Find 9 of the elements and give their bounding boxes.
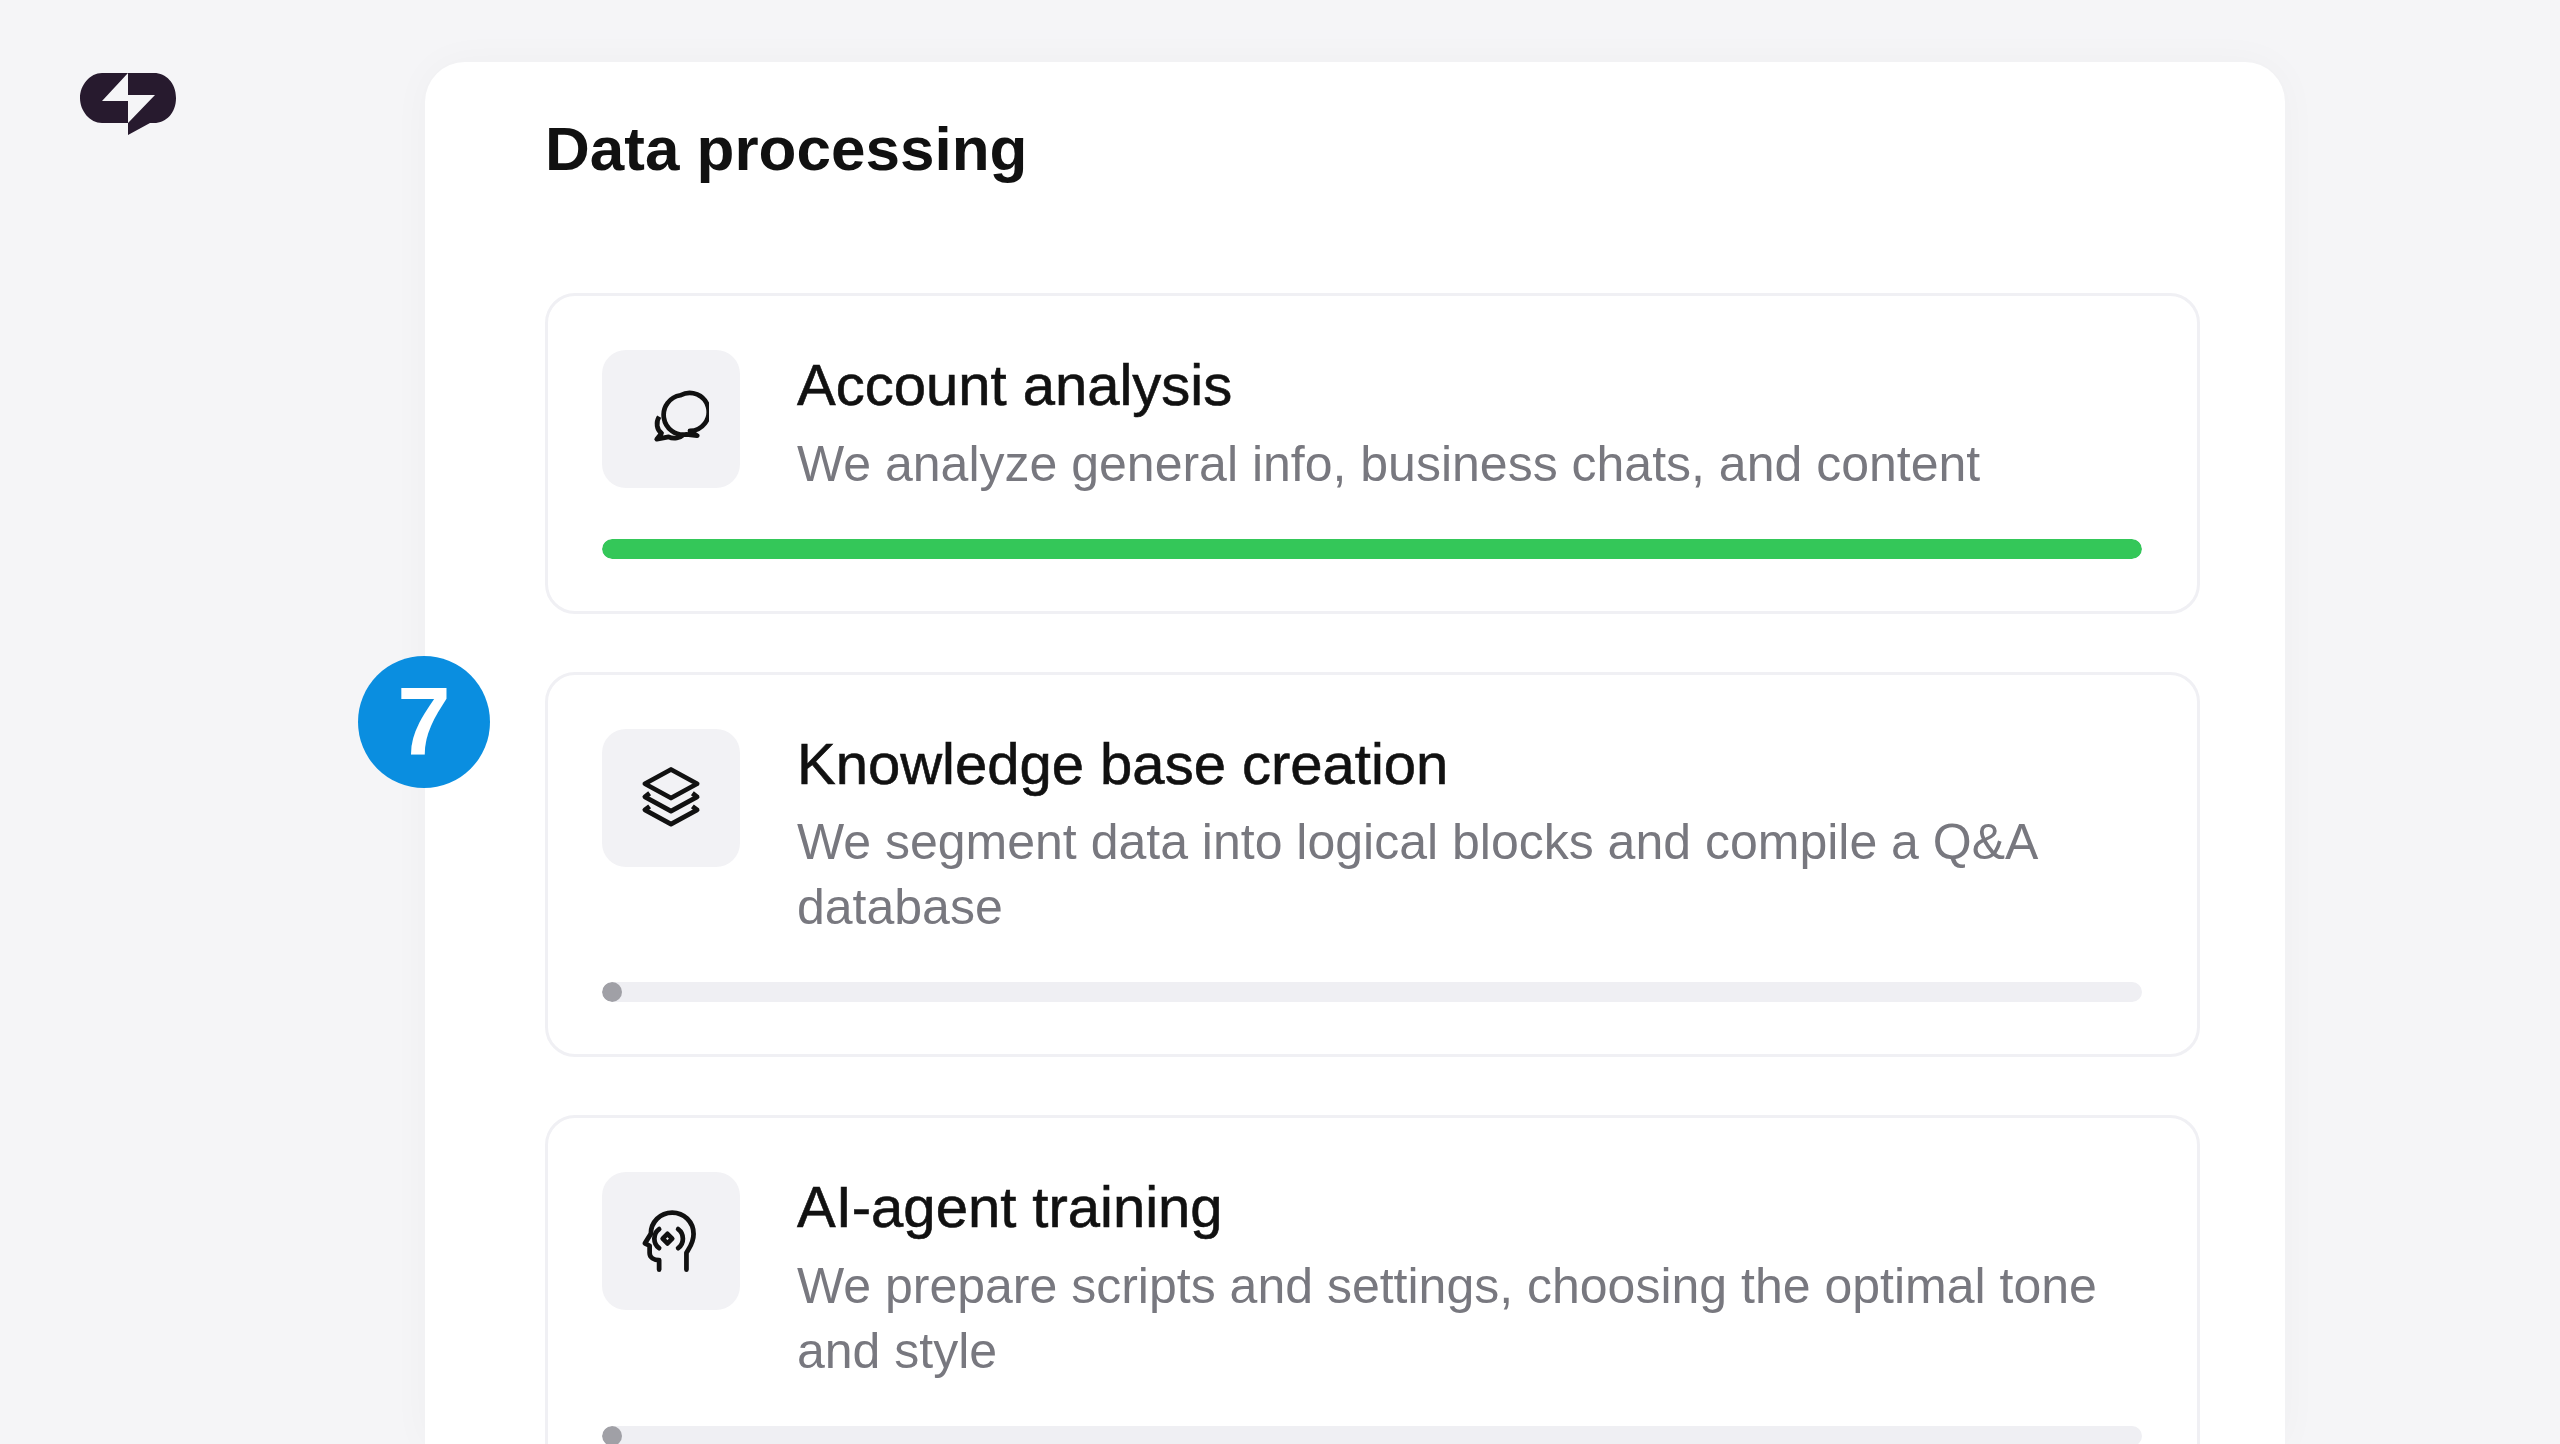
step-title: Knowledge base creation xyxy=(797,729,1450,798)
step-description: We prepare scripts and settings, choosing the optimal tone and style xyxy=(797,1256,2098,1381)
step-description: We segment data into logical blocks and compile a Q&A database xyxy=(797,813,2038,938)
step-title: Account analysis xyxy=(797,351,1234,419)
section-title: Data processing xyxy=(545,113,1029,185)
step-title: AI-agent training xyxy=(797,1173,1224,1242)
step-description: We analyze general info, business chats, and content xyxy=(797,434,1981,494)
logo-icon xyxy=(80,73,176,135)
step-number-badge: 7 xyxy=(358,656,490,788)
